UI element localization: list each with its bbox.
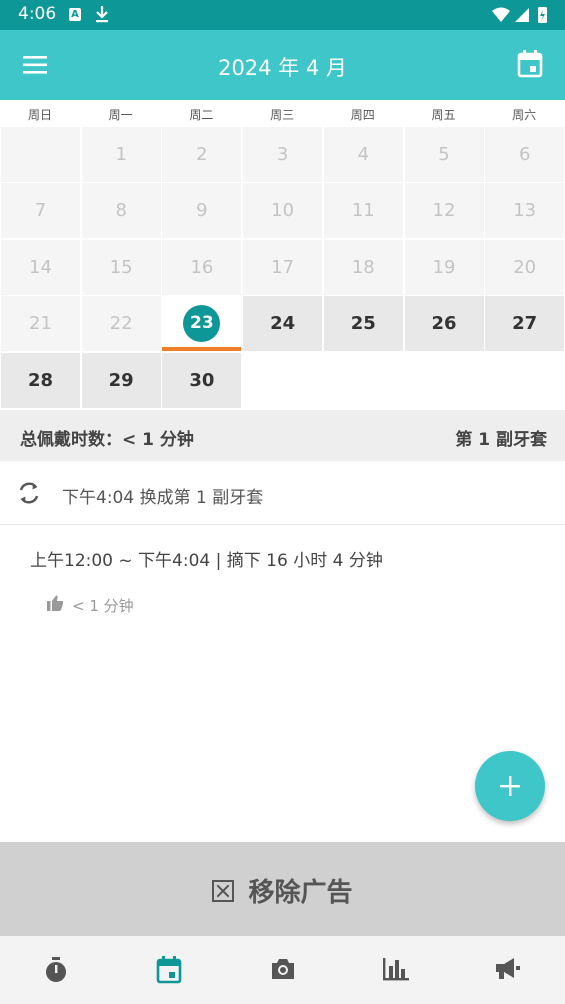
- today-day-label: 23: [183, 305, 221, 343]
- wifi-icon: [492, 7, 510, 22]
- calendar-day[interactable]: 27: [485, 296, 565, 352]
- calendar-day[interactable]: 24: [243, 296, 323, 352]
- total-wear-time: 总佩戴时数：< 1 分钟: [20, 430, 194, 450]
- weekday-label: 周五: [431, 108, 456, 122]
- calendar-day[interactable]: 9: [162, 183, 242, 239]
- calendar-day[interactable]: 12: [404, 183, 484, 239]
- calendar-day[interactable]: 26: [404, 296, 484, 352]
- weekday-label: 周三: [270, 108, 295, 122]
- weekday-label: 周日: [27, 108, 52, 122]
- close-box-icon: [212, 880, 235, 902]
- event-text: 下午4:04 换成第 1 副牙套: [62, 488, 264, 508]
- calendar-day[interactable]: 21: [1, 296, 80, 352]
- calendar-day[interactable]: 18: [323, 239, 403, 295]
- today-indicator: [162, 347, 242, 352]
- calendar-empty-cell: [1, 127, 80, 182]
- weekday-label: 周四: [350, 108, 375, 122]
- calendar-day[interactable]: 7: [1, 183, 80, 239]
- calendar-day[interactable]: 15: [81, 239, 161, 295]
- bottom-nav: [0, 936, 565, 1004]
- calendar-day[interactable]: 3: [243, 127, 323, 182]
- wear-duration: < 1 分钟: [72, 597, 134, 615]
- app-bar: 2024 年 4 月: [0, 30, 565, 100]
- calendar-day[interactable]: 29: [81, 352, 161, 408]
- calendar-day[interactable]: 19: [404, 239, 484, 295]
- download-icon: [94, 4, 110, 28]
- weekday-label: 周六: [512, 108, 537, 122]
- camera-icon[interactable]: [270, 956, 300, 984]
- calendar-day[interactable]: 13: [485, 183, 565, 239]
- calendar-nav-icon[interactable]: [156, 956, 186, 984]
- thumb-up-icon: [46, 594, 64, 616]
- weekday-label: 周二: [189, 108, 214, 122]
- add-button[interactable]: [475, 751, 545, 821]
- swap-icon: [16, 480, 42, 510]
- calendar-day[interactable]: 5: [404, 127, 484, 182]
- summary-bar: 总佩戴时数：< 1 分钟 第 1 副牙套: [0, 410, 565, 461]
- calendar-day[interactable]: 23: [162, 296, 242, 352]
- status-bar: 4:06 A: [0, 0, 565, 30]
- page-title: 2024 年 4 月: [218, 56, 347, 80]
- remove-ads-label: 移除广告: [248, 878, 353, 908]
- wear-record[interactable]: 上午12:00 ~ 下午4:04 | 摘下 16 小时 4 分钟: [30, 546, 383, 571]
- signal-icon: [515, 8, 529, 22]
- calendar-icon[interactable]: [517, 50, 543, 78]
- calendar-day[interactable]: 14: [1, 239, 80, 295]
- event-row[interactable]: 下午4:04 换成第 1 副牙套: [0, 461, 565, 525]
- calendar-day[interactable]: 10: [243, 183, 323, 239]
- status-time: 4:06: [18, 4, 57, 24]
- calendar-day[interactable]: 4: [323, 127, 403, 182]
- calendar-day[interactable]: 17: [243, 239, 323, 295]
- weekday-label: 周一: [108, 108, 133, 122]
- calendar-day[interactable]: 2: [162, 127, 242, 182]
- status-icons: [491, 6, 551, 28]
- timer-icon[interactable]: [42, 956, 72, 984]
- calendar-day[interactable]: 16: [162, 239, 242, 295]
- remove-ads-button[interactable]: 移除广告: [0, 872, 565, 909]
- calendar-day[interactable]: 6: [485, 127, 565, 182]
- calendar-day[interactable]: 8: [81, 183, 161, 239]
- calendar-day[interactable]: 22: [81, 296, 161, 352]
- calendar-day[interactable]: 28: [1, 352, 80, 408]
- calendar-day[interactable]: 25: [323, 296, 403, 352]
- megaphone-icon[interactable]: [494, 956, 524, 984]
- a-badge-icon: A: [69, 8, 81, 21]
- weekday-header: 周日 周一 周二 周三 周四 周五 周六: [0, 100, 565, 126]
- bar-chart-icon[interactable]: [382, 956, 412, 984]
- calendar-day[interactable]: 30: [162, 352, 242, 408]
- remove-ads-banner[interactable]: 移除广告: [0, 842, 565, 936]
- calendar-day[interactable]: 20: [485, 239, 565, 295]
- calendar-day[interactable]: 11: [323, 183, 403, 239]
- aligner-number: 第 1 副牙套: [455, 430, 547, 450]
- calendar-day[interactable]: 1: [81, 127, 161, 182]
